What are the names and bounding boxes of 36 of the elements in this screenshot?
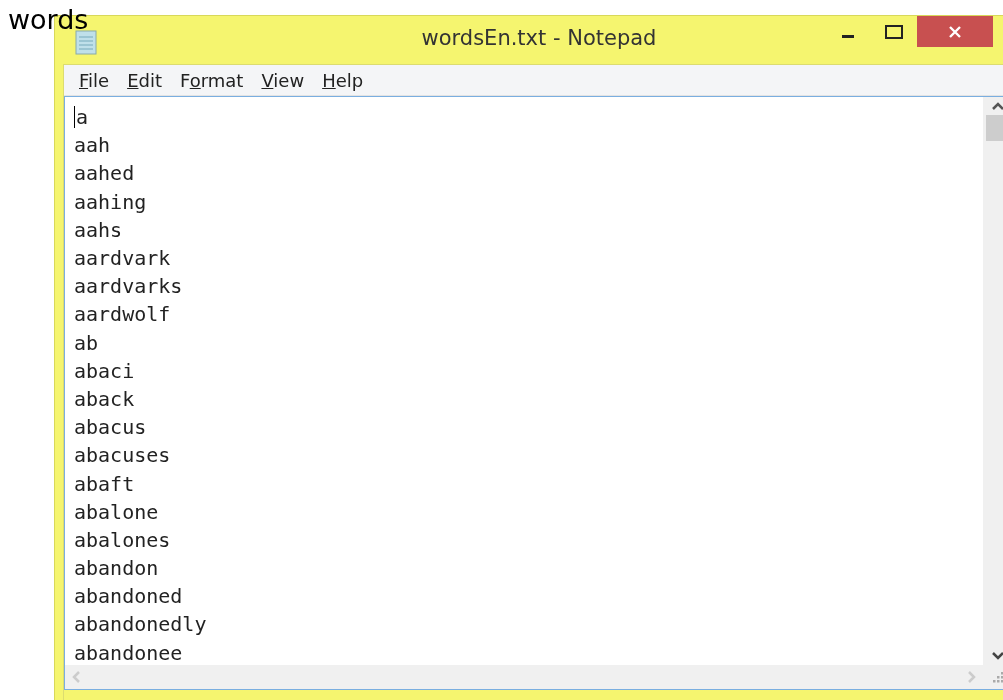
text-line: abandonedly: [74, 611, 207, 639]
minimize-icon: [842, 35, 854, 38]
text-line: aahing: [74, 188, 147, 216]
text-line: abalone: [74, 498, 159, 526]
text-line: abaft: [74, 470, 135, 498]
scroll-thumb[interactable]: [986, 115, 1003, 141]
text-caret: [74, 106, 75, 129]
close-button[interactable]: [917, 16, 993, 47]
text-line: ab: [74, 329, 99, 357]
notepad-icon: [75, 29, 97, 55]
text-line: aahs: [74, 216, 123, 244]
text-line: aardwolf: [74, 301, 171, 329]
text-line: abacuses: [74, 442, 171, 470]
scroll-up-icon[interactable]: [991, 101, 1003, 111]
text-line: abandon: [74, 555, 159, 583]
scroll-down-icon[interactable]: [991, 651, 1003, 661]
maximize-icon: [885, 24, 903, 39]
close-icon: [948, 24, 962, 39]
text-line: aback: [74, 385, 135, 413]
text-line: aahed: [74, 160, 135, 188]
resize-grip-icon[interactable]: [991, 670, 1003, 684]
menu-item[interactable]: File: [70, 69, 119, 91]
text-line: abaci: [74, 357, 135, 385]
text-line: abandonee: [74, 639, 183, 665]
text-line: abalones: [74, 526, 171, 554]
text-line: a: [76, 104, 89, 132]
text-line: abandoned: [74, 583, 183, 611]
menu-item[interactable]: Help: [313, 69, 373, 91]
menu-item[interactable]: Edit: [118, 69, 171, 91]
text-line: aardvarks: [74, 273, 183, 301]
text-line: abacus: [74, 414, 147, 442]
menu-item[interactable]: Format: [171, 69, 253, 91]
text-line: aah: [74, 132, 111, 160]
text-line: aardvark: [74, 245, 171, 273]
menu-item[interactable]: View: [252, 69, 314, 91]
window-title: wordsEn.txt - Notepad: [421, 26, 657, 50]
